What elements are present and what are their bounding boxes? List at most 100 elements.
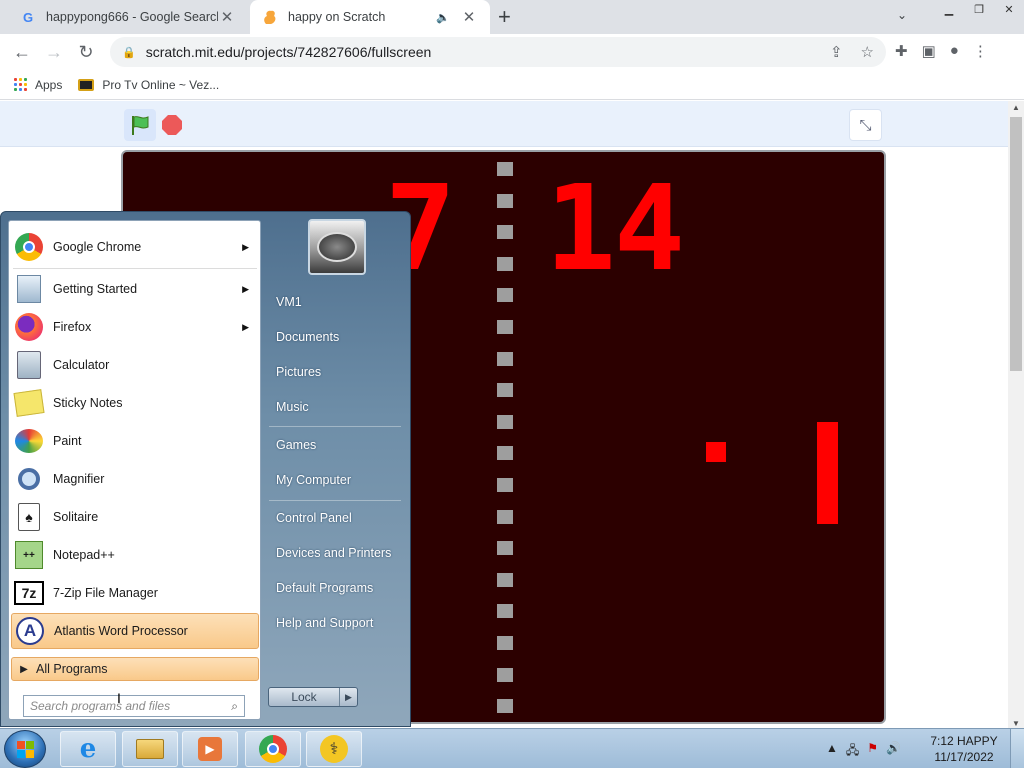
program-label: Google Chrome: [53, 240, 142, 254]
score-right: 14: [545, 159, 685, 297]
lock-button[interactable]: Lock ▶: [268, 687, 358, 707]
tab-search-chevron-icon[interactable]: ⌄: [897, 8, 907, 22]
restore-button[interactable]: ❐: [964, 0, 994, 18]
net-segment: [497, 541, 513, 556]
show-desktop-button[interactable]: [1010, 729, 1024, 768]
link-documents[interactable]: Documents: [276, 330, 339, 344]
page-scrollbar[interactable]: ▲ ▼: [1008, 101, 1024, 731]
volume-icon[interactable]: 🔊: [886, 741, 901, 762]
network-icon[interactable]: 🖧: [846, 741, 859, 762]
link-music[interactable]: Music: [276, 400, 309, 414]
start-search-input[interactable]: Search programs and files ⌕: [23, 695, 245, 717]
start-button[interactable]: [4, 730, 46, 768]
program-item-sticky-notes[interactable]: Sticky Notes: [11, 385, 259, 421]
exit-fullscreen-button[interactable]: ⤡: [849, 109, 882, 141]
net-segment: [497, 414, 513, 429]
bookmarks-bar: Apps Pro Tv Online ~ Vez...: [0, 70, 1024, 100]
program-item-solitaire[interactable]: ♠ Solitaire: [11, 499, 259, 535]
apps-grid-icon: [14, 78, 27, 91]
scratch-icon: [262, 9, 278, 25]
taskbar-explorer[interactable]: [122, 731, 178, 767]
submenu-arrow-icon[interactable]: ▶: [242, 322, 249, 333]
program-item-paint[interactable]: Paint: [11, 423, 259, 459]
scroll-up-arrow-icon[interactable]: ▲: [1008, 101, 1024, 115]
kebab-menu-icon[interactable]: ⋮: [973, 42, 988, 60]
program-item-7-zip-file-manager[interactable]: 7z 7-Zip File Manager: [11, 575, 259, 611]
troubleshooter-icon: ⚕: [320, 735, 348, 763]
link-pictures[interactable]: Pictures: [276, 365, 321, 379]
scroll-thumb[interactable]: [1010, 117, 1022, 371]
link-help-support[interactable]: Help and Support: [276, 616, 373, 630]
right-paddle: [817, 422, 838, 524]
program-item-notepad[interactable]: ++ Notepad++: [11, 537, 259, 573]
net-segment: [497, 572, 513, 587]
link-vm1[interactable]: VM1: [276, 295, 302, 309]
submenu-arrow-icon[interactable]: ▶: [242, 284, 249, 295]
taskbar-troubleshooter[interactable]: ⚕: [306, 731, 362, 767]
notepad-plus-plus-icon: ++: [13, 539, 45, 571]
extensions-puzzle-icon[interactable]: ✚: [895, 42, 908, 60]
program-item-google-chrome[interactable]: Google Chrome ▶: [11, 229, 259, 265]
bookmark-star-icon[interactable]: ☆: [861, 43, 874, 61]
net-segment: [497, 351, 513, 366]
profile-avatar-icon[interactable]: ●: [950, 42, 959, 60]
divider: [269, 500, 401, 501]
start-menu: Google Chrome ▶ Getting Started ▶ Firefox ▶ Ca…: [0, 211, 411, 727]
bookmark-label: Pro Tv Online ~ Vez...: [102, 77, 220, 92]
program-label: Solitaire: [53, 510, 99, 524]
taskbar-media-player[interactable]: ▶: [182, 731, 238, 767]
green-flag-button[interactable]: [124, 109, 156, 141]
pong-ball: [706, 442, 726, 462]
getting-started-icon: [13, 273, 45, 305]
taskbar-clock[interactable]: 7:12 HAPPY 11/17/2022: [926, 733, 1002, 765]
share-icon[interactable]: ⇪: [830, 43, 843, 61]
taskbar-ie[interactable]: e: [60, 731, 116, 767]
action-center-flag-icon[interactable]: ⚑: [867, 741, 878, 762]
program-item-calculator[interactable]: Calculator: [11, 347, 259, 383]
program-item-firefox[interactable]: Firefox ▶: [11, 309, 259, 345]
link-my-computer[interactable]: My Computer: [276, 473, 351, 487]
show-hidden-icons-icon[interactable]: ▲: [826, 741, 838, 762]
tab-title: happy on Scratch: [288, 10, 386, 24]
calculator-icon: [13, 349, 45, 381]
link-games[interactable]: Games: [276, 438, 316, 452]
link-default-programs[interactable]: Default Programs: [276, 581, 373, 595]
shutdown-options-arrow-icon[interactable]: ▶: [339, 688, 357, 706]
tab-google-search[interactable]: G happypong666 - Google Search ✕: [8, 0, 248, 34]
link-control-panel[interactable]: Control Panel: [276, 511, 352, 525]
program-item-getting-started[interactable]: Getting Started ▶: [11, 271, 259, 307]
program-label: Notepad++: [53, 548, 115, 562]
all-programs-label: All Programs: [36, 662, 108, 676]
programs-pane: Google Chrome ▶ Getting Started ▶ Firefox ▶ Ca…: [8, 220, 261, 720]
net-segment: [497, 288, 513, 303]
link-devices-printers[interactable]: Devices and Printers: [276, 546, 391, 560]
search-icon[interactable]: ⌕: [231, 699, 238, 714]
bookmark-pro-tv[interactable]: Pro Tv Online ~ Vez...: [78, 78, 219, 92]
address-bar[interactable]: 🔒 scratch.mit.edu/projects/742827606/ful…: [110, 37, 886, 67]
tab-scratch[interactable]: happy on Scratch 🔈 ✕: [250, 0, 490, 34]
bookmark-apps[interactable]: Apps: [14, 78, 62, 92]
forward-arrow-icon[interactable]: →: [38, 42, 70, 63]
net-segment: [497, 636, 513, 650]
program-label: Magnifier: [53, 472, 105, 486]
divider: [269, 426, 401, 427]
all-programs-button[interactable]: ▶ All Programs: [11, 657, 259, 681]
side-panel-icon[interactable]: ▣: [922, 42, 936, 60]
speaker-icon[interactable]: 🔈: [436, 11, 450, 24]
submenu-arrow-icon[interactable]: ▶: [242, 242, 249, 253]
collapse-icon: ⤡: [859, 116, 872, 134]
program-item-magnifier[interactable]: Magnifier: [11, 461, 259, 497]
user-picture[interactable]: [308, 219, 366, 275]
stop-sign-button[interactable]: [162, 115, 182, 135]
minimize-button[interactable]: ▁: [934, 0, 964, 18]
taskbar-chrome[interactable]: [245, 731, 301, 767]
reload-icon[interactable]: ↻: [70, 42, 102, 63]
program-item-atlantis-word-processor[interactable]: A Atlantis Word Processor: [11, 613, 259, 649]
new-tab-button[interactable]: +: [498, 5, 511, 29]
back-arrow-icon[interactable]: ←: [6, 42, 38, 63]
close-tab-icon[interactable]: ✕: [460, 8, 478, 26]
net-segment: [497, 509, 513, 524]
net-segment: [497, 604, 513, 619]
close-window-button[interactable]: ✕: [994, 0, 1024, 18]
close-tab-icon[interactable]: ✕: [218, 8, 236, 26]
